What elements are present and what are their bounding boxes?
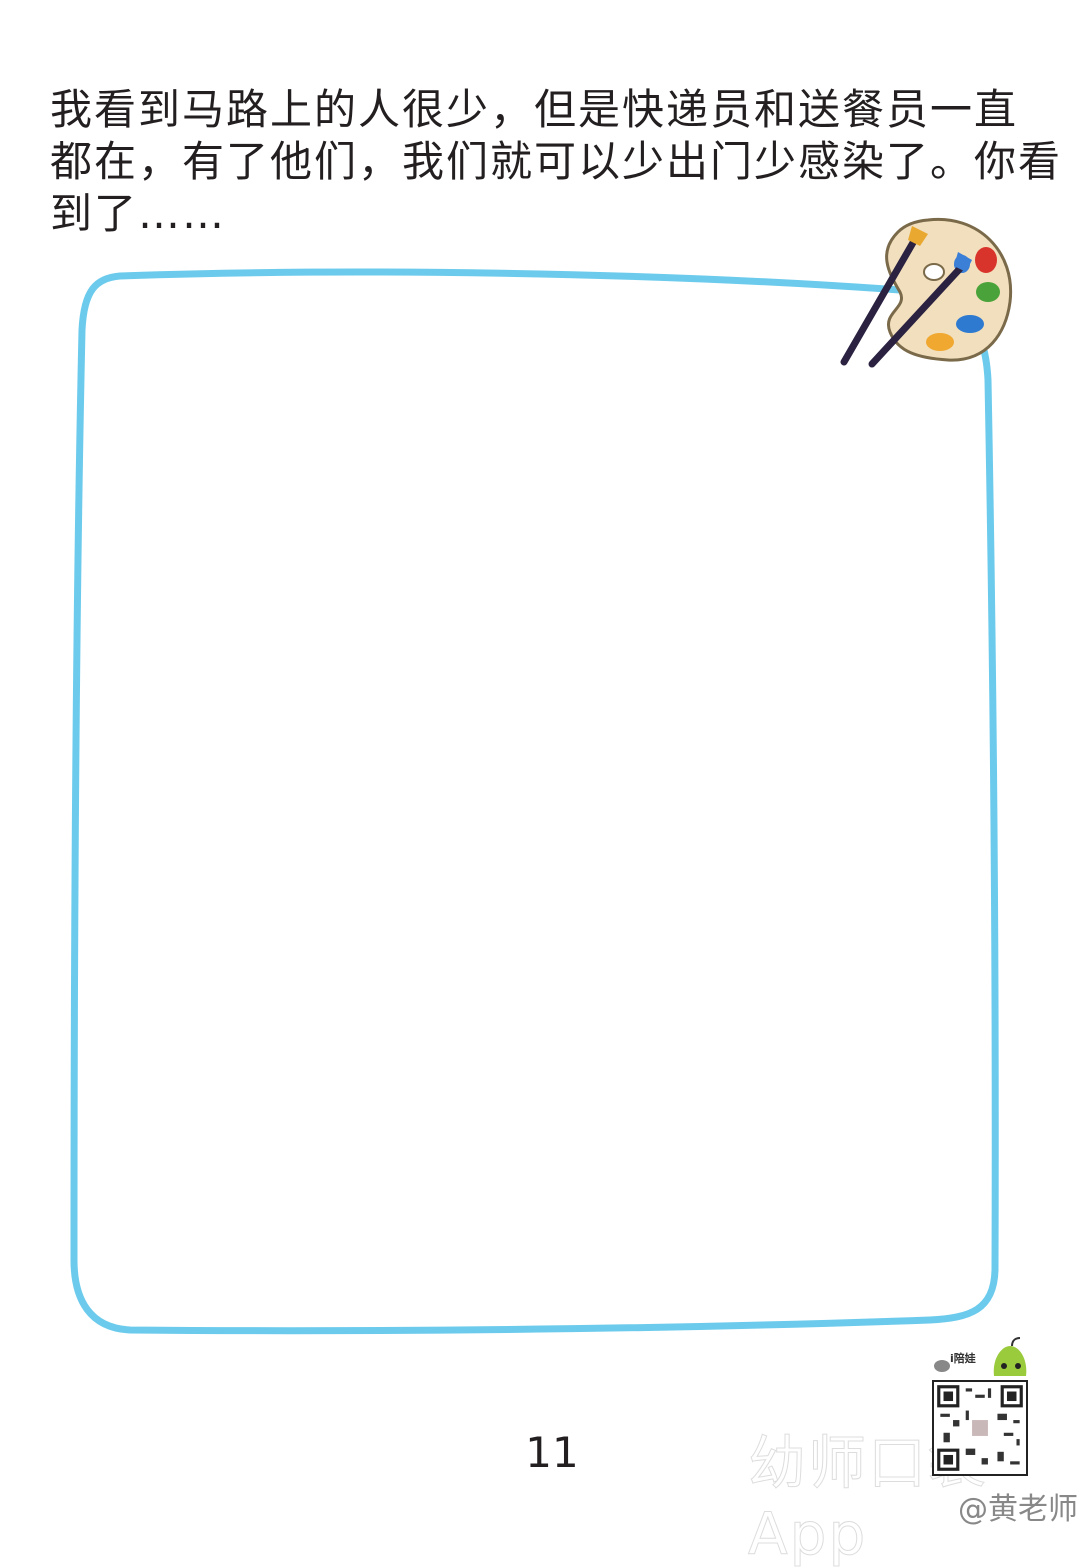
credit-watermark: @黄老师 bbox=[958, 1492, 1078, 1527]
mascot-icon bbox=[934, 1337, 1027, 1376]
qr-code[interactable] bbox=[932, 1380, 1028, 1476]
paint-palette-icon bbox=[840, 217, 1013, 368]
brand-logo: i陪娃 bbox=[932, 1336, 1028, 1378]
brand-name: i陪娃 bbox=[950, 1352, 976, 1365]
